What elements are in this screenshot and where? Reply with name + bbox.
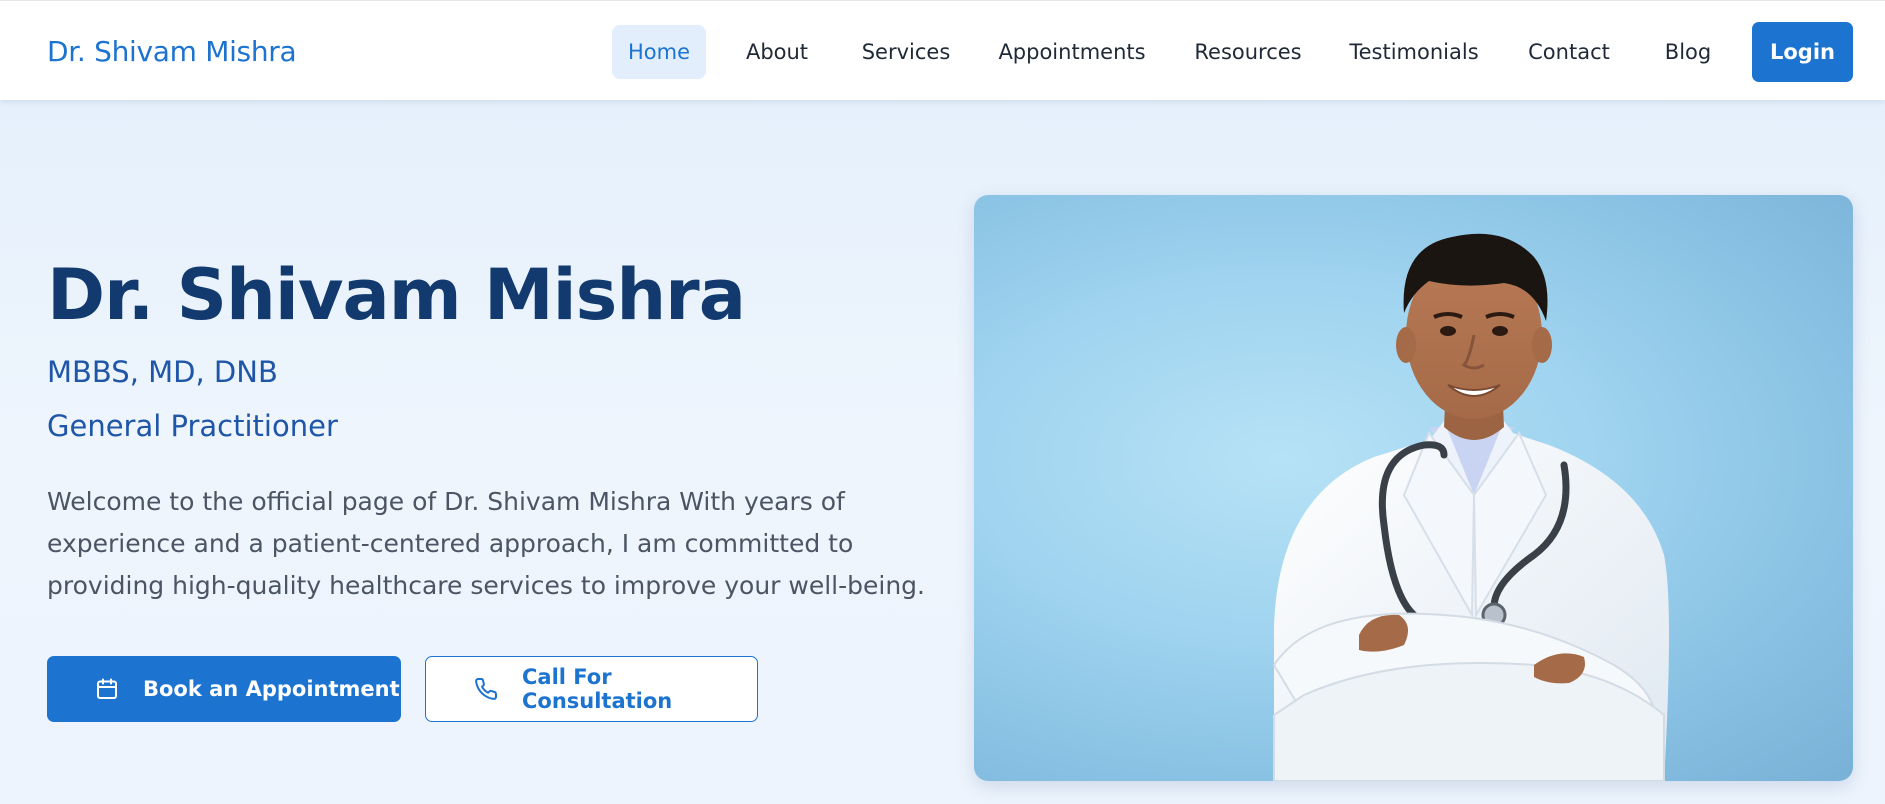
nav-label: About: [745, 40, 809, 64]
nav-item-contact[interactable]: Contact: [1520, 25, 1618, 79]
book-appointment-button[interactable]: Book an Appointment: [47, 656, 401, 722]
calendar-icon: [95, 677, 119, 701]
login-button[interactable]: Login: [1752, 22, 1853, 82]
brand-logo-text[interactable]: Dr. Shivam Mishra: [47, 35, 297, 68]
nav-item-appointments[interactable]: Appointments: [994, 25, 1150, 79]
hero-title: Dr. Shivam Mishra: [47, 254, 746, 336]
hero-qualifications: MBBS, MD, DNB: [47, 355, 278, 389]
call-consultation-button[interactable]: Call For Consultation: [425, 656, 758, 722]
doctor-portrait-illustration: [1272, 233, 1669, 781]
nav-item-resources[interactable]: Resources: [1186, 25, 1310, 79]
nav-item-home[interactable]: Home: [612, 25, 706, 79]
phone-icon: [474, 677, 498, 701]
top-navbar: Dr. Shivam Mishra Home About Services Ap…: [0, 0, 1885, 100]
nav-label: Resources: [1194, 40, 1302, 64]
nav-item-testimonials[interactable]: Testimonials: [1346, 25, 1482, 79]
nav-item-services[interactable]: Services: [855, 25, 957, 79]
nav-item-blog[interactable]: Blog: [1654, 25, 1722, 79]
nav-label: Testimonials: [1349, 40, 1479, 64]
hero-specialty: General Practitioner: [47, 409, 338, 443]
hero-description: Welcome to the official page of Dr. Shiv…: [47, 487, 926, 600]
nav-label: Services: [861, 40, 951, 64]
nav-label: Contact: [1528, 40, 1610, 64]
nav-label: Home: [627, 40, 690, 64]
book-appointment-label: Book an Appointment: [143, 677, 400, 701]
call-consultation-label: Call For Consultation: [522, 665, 673, 713]
nav-label: Appointments: [998, 40, 1146, 64]
doctor-photo: [974, 195, 1853, 781]
nav-label: Blog: [1664, 40, 1712, 64]
nav-item-about[interactable]: About: [735, 25, 819, 79]
